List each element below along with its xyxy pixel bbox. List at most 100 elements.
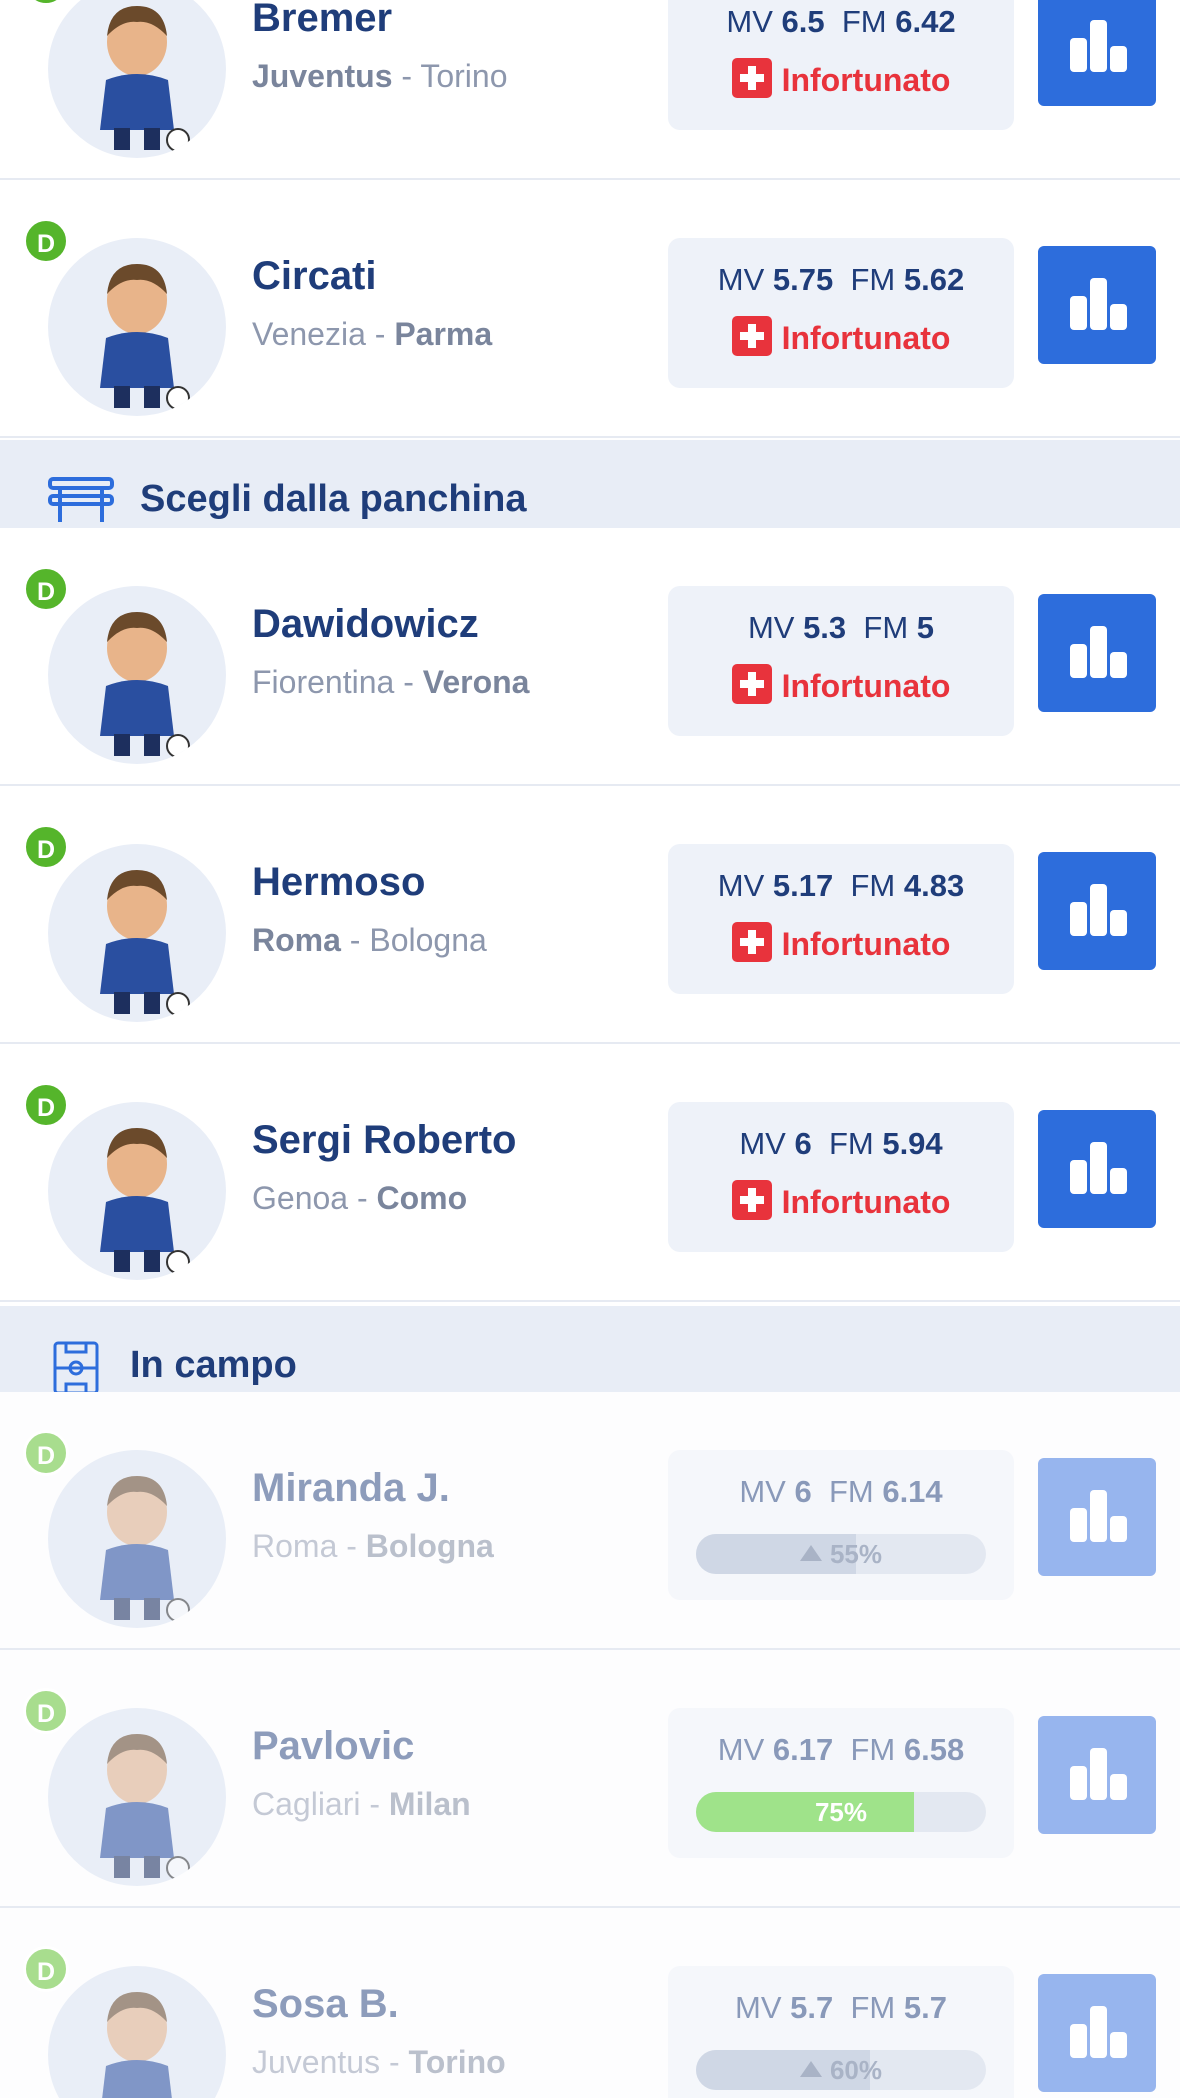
home-team: Roma xyxy=(252,1528,338,1564)
triangle-up-icon xyxy=(799,2061,822,2077)
stats-button[interactable] xyxy=(1038,1458,1156,1576)
vote-averages: MV 6.17 FM 6.58 xyxy=(668,1732,1014,1768)
player-row[interactable]: D Miranda J. Roma - Bologna MV 6 FM 6.14… xyxy=(0,1392,1180,1650)
section-title: In campo xyxy=(130,1344,297,1386)
player-name: Bremer xyxy=(252,0,393,40)
stat-box: MV 5.3 FM 5 Infortunato xyxy=(668,586,1014,736)
player-avatar-illustration xyxy=(100,1128,190,1274)
medical-cross-icon xyxy=(731,1180,772,1220)
stats-button[interactable] xyxy=(1038,1974,1156,2092)
player-avatar xyxy=(48,586,226,764)
stat-box: MV 5.17 FM 4.83 Infortunato xyxy=(668,844,1014,994)
stats-button[interactable] xyxy=(1038,1110,1156,1228)
medical-cross-icon xyxy=(731,316,772,356)
probability-label: 55% xyxy=(696,1534,986,1574)
role-badge: D xyxy=(23,1430,69,1476)
team-separator: - xyxy=(360,1786,389,1822)
player-row[interactable]: D Dawidowicz Fiorentina - Verona MV 5.3 … xyxy=(0,528,1180,786)
stats-button[interactable] xyxy=(1038,852,1156,970)
stat-box: MV 6 FM 5.94 Infortunato xyxy=(668,1102,1014,1252)
fm-value: 4.83 xyxy=(903,868,965,903)
match-teams: Roma - Bologna xyxy=(252,1528,494,1565)
medical-cross-icon xyxy=(731,922,772,962)
injury-status: Infortunato xyxy=(668,316,1014,357)
mv-value: 6 xyxy=(794,1474,812,1509)
team-separator: - xyxy=(380,2044,409,2080)
home-team: Roma xyxy=(252,922,341,958)
probability-bar: 75% xyxy=(696,1792,986,1832)
player-row[interactable]: D Bremer Juventus - Torino MV 6.5 FM 6.4… xyxy=(0,0,1180,180)
mv-value: 6.17 xyxy=(772,1732,834,1767)
probability-value: 55% xyxy=(829,1539,883,1569)
away-team: Bologna xyxy=(369,922,487,958)
home-team: Cagliari xyxy=(252,1786,361,1822)
team-separator: - xyxy=(340,922,370,958)
player-row[interactable]: D Sergi Roberto Genoa - Como MV 6 FM 5.9… xyxy=(0,1044,1180,1302)
injury-label: Infortunato xyxy=(781,1184,951,1220)
vote-averages: MV 6.5 FM 6.42 xyxy=(668,4,1014,40)
vote-averages: MV 5.75 FM 5.62 xyxy=(668,262,1014,298)
role-badge: D xyxy=(23,1082,69,1128)
away-team: Torino xyxy=(420,58,508,94)
mv-label: MV xyxy=(739,1126,786,1161)
role-badge: D xyxy=(23,1688,69,1734)
mv-value: 5.75 xyxy=(772,262,834,297)
home-team: Fiorentina xyxy=(252,664,395,700)
away-team: Parma xyxy=(394,316,493,352)
medical-cross-icon xyxy=(731,664,772,704)
team-separator: - xyxy=(365,316,395,352)
stats-button[interactable] xyxy=(1038,246,1156,364)
away-team: Milan xyxy=(388,1786,471,1822)
player-row[interactable]: D Circati Venezia - Parma MV 5.75 FM 5.6… xyxy=(0,180,1180,438)
player-row[interactable]: D Pavlovic Cagliari - Milan MV 6.17 FM 6… xyxy=(0,1650,1180,1908)
player-name: Pavlovic xyxy=(252,1724,415,1768)
away-team: Como xyxy=(376,1180,468,1216)
probability-label: 60% xyxy=(696,2050,986,2090)
fm-label: FM xyxy=(828,1126,874,1161)
player-avatar xyxy=(48,844,226,1022)
stats-button[interactable] xyxy=(1038,0,1156,106)
away-team: Bologna xyxy=(365,1528,494,1564)
injury-label: Infortunato xyxy=(781,320,951,356)
fm-value: 5.7 xyxy=(903,1990,947,2025)
player-name: Miranda J. xyxy=(252,1466,450,1510)
match-teams: Juventus - Torino xyxy=(252,2044,506,2081)
player-avatar xyxy=(48,1102,226,1280)
home-team: Genoa xyxy=(252,1180,349,1216)
probability-bar: 60% xyxy=(696,2050,986,2090)
home-team: Juventus xyxy=(252,2044,381,2080)
match-teams: Juventus - Torino xyxy=(252,58,508,95)
match-teams: Roma - Bologna xyxy=(252,922,487,959)
player-row[interactable]: D Hermoso Roma - Bologna MV 5.17 FM 4.83… xyxy=(0,786,1180,1044)
team-separator: - xyxy=(392,58,421,94)
section-title: Scegli dalla panchina xyxy=(140,478,527,520)
player-avatar-illustration xyxy=(102,1992,172,2098)
stat-box: MV 6.5 FM 6.42 Infortunato xyxy=(668,0,1014,130)
away-team: Verona xyxy=(422,664,530,700)
vote-averages: MV 5.3 FM 5 xyxy=(668,610,1014,646)
injury-status: Infortunato xyxy=(668,922,1014,963)
role-badge: D xyxy=(23,566,69,612)
player-avatar-illustration xyxy=(100,612,190,758)
mv-label: MV xyxy=(735,1990,782,2025)
stats-button[interactable] xyxy=(1038,1716,1156,1834)
role-badge: D xyxy=(23,1946,69,1992)
player-row[interactable]: D Sosa B. Juventus - Torino MV 5.7 FM 5.… xyxy=(0,1908,1180,2098)
fm-value: 6.58 xyxy=(903,1732,965,1767)
bench-icon xyxy=(48,477,114,522)
player-name: Circati xyxy=(252,254,377,298)
player-avatar-illustration xyxy=(100,1476,190,1622)
vote-averages: MV 6 FM 6.14 xyxy=(668,1474,1014,1510)
home-team: Venezia xyxy=(252,316,366,352)
fm-label: FM xyxy=(863,610,909,645)
mv-label: MV xyxy=(726,4,773,39)
mv-value: 5.7 xyxy=(790,1990,834,2025)
mv-label: MV xyxy=(717,868,765,903)
team-separator: - xyxy=(348,1180,377,1216)
player-avatar-illustration xyxy=(100,6,190,152)
player-name: Dawidowicz xyxy=(252,602,479,646)
stats-button[interactable] xyxy=(1038,594,1156,712)
mv-label: MV xyxy=(747,610,795,645)
fm-label: FM xyxy=(828,1474,874,1509)
player-avatar-illustration xyxy=(100,870,190,1016)
